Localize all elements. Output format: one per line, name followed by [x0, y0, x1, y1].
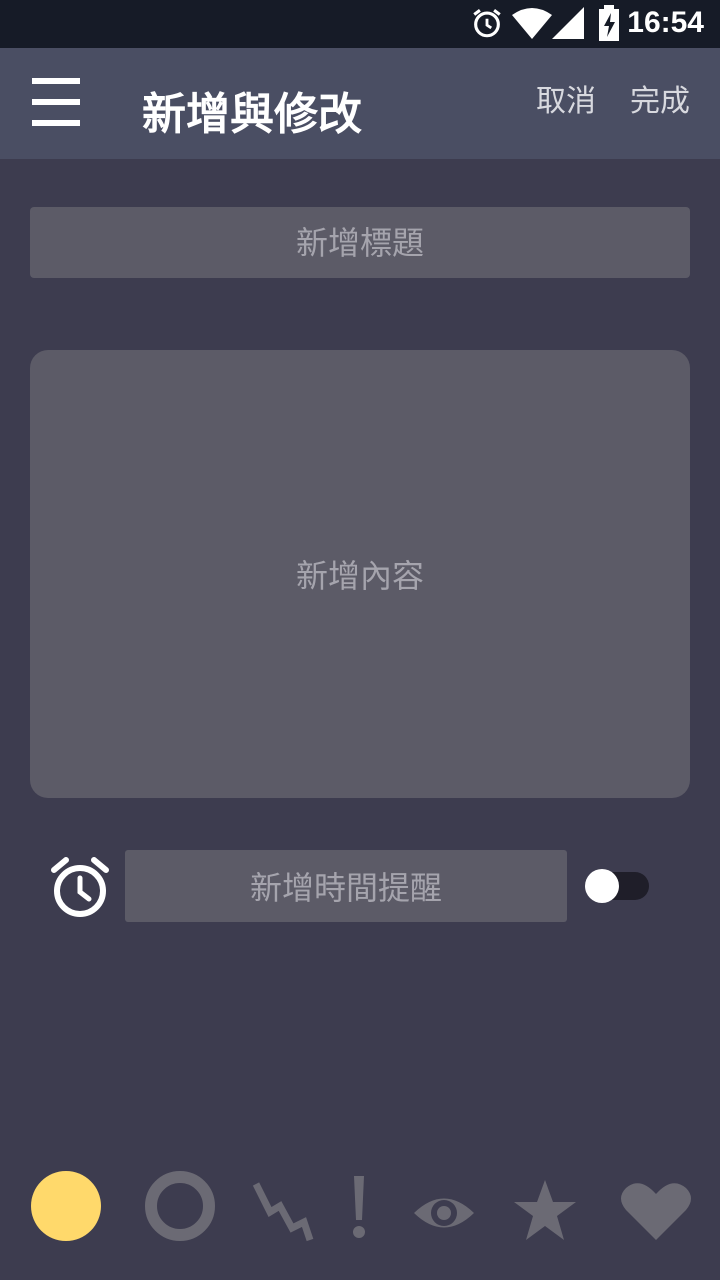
heart-icon[interactable]	[620, 1180, 692, 1242]
alarm-icon	[473, 9, 501, 38]
status-time: 16:54	[627, 6, 704, 39]
eye-icon[interactable]	[414, 1190, 474, 1236]
reminder-time-input[interactable]: 新增時間提醒	[125, 850, 567, 922]
reminder-alarm-icon[interactable]	[50, 856, 110, 918]
toggle-thumb	[585, 869, 619, 903]
title-input[interactable]	[30, 207, 690, 278]
status-bar: 16:54	[0, 0, 720, 48]
done-button[interactable]: 完成	[630, 76, 690, 120]
signal-icon	[552, 7, 584, 39]
app-bar: 新增與修改 取消 完成	[0, 48, 720, 159]
reminder-toggle[interactable]	[585, 869, 649, 903]
battery-charging-icon	[599, 5, 619, 41]
icon-picker	[0, 1160, 720, 1260]
content-input[interactable]: 新增內容	[30, 350, 690, 798]
hamburger-menu-icon[interactable]	[24, 78, 88, 132]
wifi-icon	[512, 8, 552, 39]
star-icon[interactable]	[512, 1178, 578, 1242]
content-placeholder: 新增內容	[295, 557, 424, 595]
lightning-icon[interactable]	[252, 1178, 314, 1242]
page-title: 新增與修改	[142, 89, 362, 140]
exclamation-icon[interactable]	[344, 1174, 374, 1240]
reminder-placeholder: 新增時間提醒	[249, 869, 442, 907]
filled-circle-icon[interactable]	[30, 1170, 102, 1242]
ring-icon[interactable]	[144, 1170, 216, 1242]
cancel-button[interactable]: 取消	[536, 76, 596, 120]
